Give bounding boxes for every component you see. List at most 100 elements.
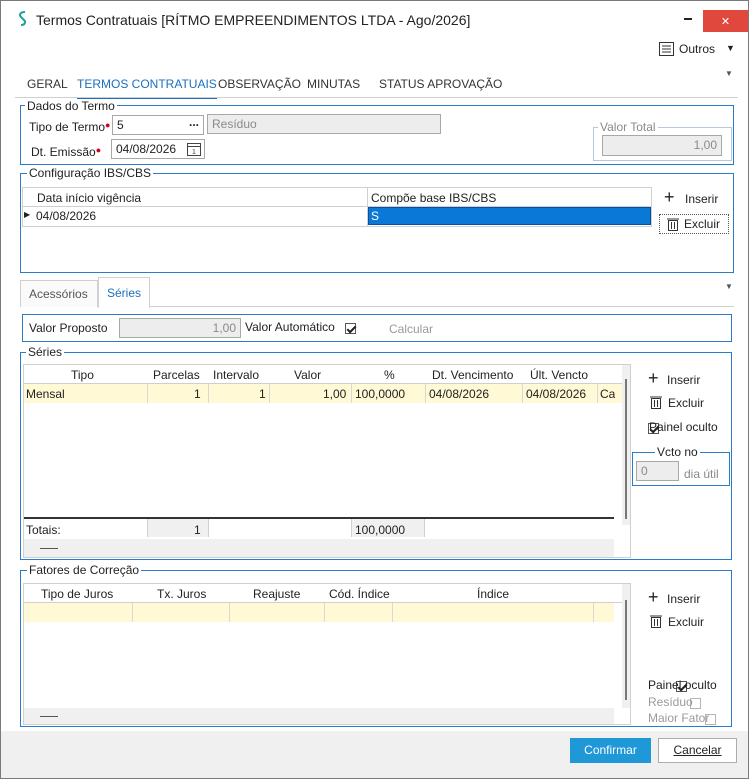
fatores-col-cod-indice: Cód. Índice bbox=[329, 587, 390, 601]
valor-proposto-label: Valor Proposto bbox=[29, 321, 108, 335]
ibs-excluir-label: Excluir bbox=[684, 217, 721, 231]
series-grid: Tipo Parcelas Intervalo Valor % Dt. Venc… bbox=[23, 364, 631, 558]
ibs-col-data: Data início vigência bbox=[37, 191, 142, 205]
dt-emissao-label: Dt. Emissão● bbox=[31, 145, 102, 159]
valor-proposto-input: 1,00 bbox=[119, 318, 241, 338]
outros-button[interactable]: Outros ▼ bbox=[658, 41, 740, 59]
series-row-extra: Ca bbox=[600, 387, 616, 401]
ibs-row-compoe: S bbox=[371, 209, 380, 223]
ibs-row-data[interactable]: 04/08/2026 bbox=[36, 209, 96, 223]
series-col-dt-vencimento: Dt. Vencimento bbox=[432, 368, 514, 382]
series-excluir-label: Excluir bbox=[668, 396, 705, 410]
series-col-percent: % bbox=[384, 368, 395, 382]
fatores-vscroll[interactable] bbox=[622, 584, 630, 708]
ibs-excluir-button[interactable]: Excluir bbox=[659, 214, 729, 234]
fatores-title: Fatores de Correção bbox=[27, 563, 142, 577]
fatores-hscroll[interactable] bbox=[24, 708, 614, 724]
row-pointer-icon: ▶ bbox=[24, 210, 31, 219]
series-col-parcelas: Parcelas bbox=[153, 368, 200, 382]
series-inserir-button[interactable]: + Inserir bbox=[648, 368, 708, 389]
series-col-tipo: Tipo bbox=[71, 368, 94, 382]
app-logo-icon bbox=[19, 11, 26, 26]
vcto-label: Vcto no bbox=[655, 445, 700, 459]
series-hscroll[interactable] bbox=[24, 539, 614, 557]
series-col-ult-vencto: Últ. Vencto bbox=[530, 368, 589, 382]
cancelar-label: Cancelar bbox=[673, 743, 722, 757]
series-row-percent: 100,0000 bbox=[355, 387, 406, 401]
maior-fator-label: Maior Fator bbox=[648, 711, 710, 725]
fatores-col-indice: Índice bbox=[477, 587, 510, 601]
ibs-col-compoe: Compõe base IBS/CBS bbox=[371, 191, 497, 205]
confirmar-button[interactable]: Confirmar bbox=[570, 738, 651, 763]
vcto-input: 0 bbox=[636, 461, 679, 481]
termos-contratuais-window: Termos Contratuais [RÍTMO EMPREENDIMENTO… bbox=[0, 0, 749, 779]
tipo-termo-description: Resíduo bbox=[207, 114, 441, 134]
collapse-chevron-icon[interactable]: ▼ bbox=[725, 69, 733, 78]
series-row-dt-vencimento: 04/08/2026 bbox=[429, 387, 490, 401]
series-col-valor: Valor bbox=[294, 368, 322, 382]
close-icon: ✕ bbox=[720, 16, 731, 28]
subtab-collapse-icon[interactable]: ▼ bbox=[725, 282, 733, 291]
tab-minutas[interactable]: MINUTAS bbox=[307, 77, 360, 91]
series-row[interactable]: Mensal 1 1 1,00 100,0000 04/08/2026 04/0… bbox=[24, 384, 622, 403]
valor-automatico-label: Valor Automático bbox=[245, 320, 335, 334]
dia-util-label: dia útil bbox=[684, 467, 719, 481]
fatores-excluir-label: Excluir bbox=[668, 615, 705, 629]
series-title: Séries bbox=[26, 345, 65, 359]
series-row-tipo: Mensal bbox=[26, 387, 65, 401]
series-painel-oculto-label: Painel oculto bbox=[649, 420, 718, 434]
trash-icon bbox=[650, 396, 662, 409]
plus-icon: + bbox=[648, 587, 659, 607]
series-vscroll[interactable] bbox=[622, 365, 630, 525]
valor-total-value: 1,00 bbox=[602, 135, 722, 156]
cancelar-button[interactable]: Cancelar bbox=[658, 738, 737, 763]
subtab-series-label: Séries bbox=[107, 286, 142, 300]
ibs-inserir-button[interactable]: + Inserir bbox=[664, 187, 726, 208]
calcular-button[interactable]: Calcular bbox=[389, 322, 433, 336]
trash-icon bbox=[650, 615, 662, 628]
ibs-grid: Data início vigência Compõe base IBS/CBS… bbox=[22, 187, 652, 227]
series-row-intervalo: 1 bbox=[259, 387, 266, 401]
series-col-intervalo: Intervalo bbox=[213, 368, 260, 382]
plus-icon: + bbox=[664, 187, 675, 207]
dados-termo-title: Dados do Termo bbox=[25, 99, 117, 113]
series-inserir-label: Inserir bbox=[667, 373, 701, 387]
calendar-icon[interactable]: 1 bbox=[187, 142, 201, 156]
series-row-ult-vencto: 04/08/2026 bbox=[526, 387, 587, 401]
chevron-down-icon: ▼ bbox=[726, 43, 735, 53]
series-totais-parcelas: 1 bbox=[194, 523, 201, 537]
list-icon bbox=[659, 42, 674, 56]
series-row-valor: 1,00 bbox=[323, 387, 347, 401]
fatores-inserir-button[interactable]: + Inserir bbox=[648, 587, 708, 608]
ibs-inserir-label: Inserir bbox=[685, 192, 719, 206]
valor-automatico-checkbox[interactable] bbox=[345, 323, 356, 335]
fatores-inserir-label: Inserir bbox=[667, 592, 701, 606]
title-bar: Termos Contratuais [RÍTMO EMPREENDIMENTO… bbox=[1, 1, 748, 37]
tipo-termo-label: Tipo de Termo● bbox=[29, 120, 111, 134]
series-row-parcelas: 1 bbox=[194, 387, 201, 401]
fatores-excluir-button[interactable]: Excluir bbox=[649, 614, 711, 632]
subtab-acessorios[interactable]: Acessórios bbox=[20, 280, 98, 307]
tab-geral[interactable]: GERAL bbox=[27, 77, 68, 91]
config-ibs-title: Configuração IBS/CBS bbox=[27, 166, 154, 180]
tab-termos-contratuais[interactable]: TERMOS CONTRATUAIS bbox=[77, 77, 217, 99]
series-excluir-button[interactable]: Excluir bbox=[649, 395, 711, 413]
series-totais-percent: 100,0000 bbox=[355, 523, 406, 537]
tab-observacao[interactable]: OBSERVAÇÃO bbox=[218, 77, 301, 91]
ellipsis-lookup-button[interactable]: ... bbox=[185, 116, 203, 134]
window-title: Termos Contratuais [RÍTMO EMPREENDIMENTO… bbox=[36, 12, 471, 28]
fatores-row[interactable] bbox=[24, 603, 614, 622]
ibs-row-compoe-cell[interactable]: S bbox=[368, 207, 651, 225]
series-totais-label: Totais: bbox=[26, 523, 61, 537]
trash-icon bbox=[667, 218, 679, 231]
valor-total-label: Valor Total bbox=[598, 120, 658, 134]
tab-status-aprovacao[interactable]: STATUS APROVAÇÃO bbox=[379, 77, 502, 91]
residuo-label: Resíduo bbox=[648, 695, 693, 709]
subtab-acessorios-label: Acessórios bbox=[29, 287, 88, 301]
svg-text:1: 1 bbox=[192, 149, 196, 156]
subtab-series[interactable]: Séries bbox=[98, 277, 150, 308]
fatores-col-reajuste: Reajuste bbox=[253, 587, 301, 601]
close-button[interactable]: ✕ bbox=[703, 10, 748, 32]
plus-icon: + bbox=[648, 368, 659, 388]
fatores-painel-oculto-label: Painel oculto bbox=[648, 678, 717, 692]
